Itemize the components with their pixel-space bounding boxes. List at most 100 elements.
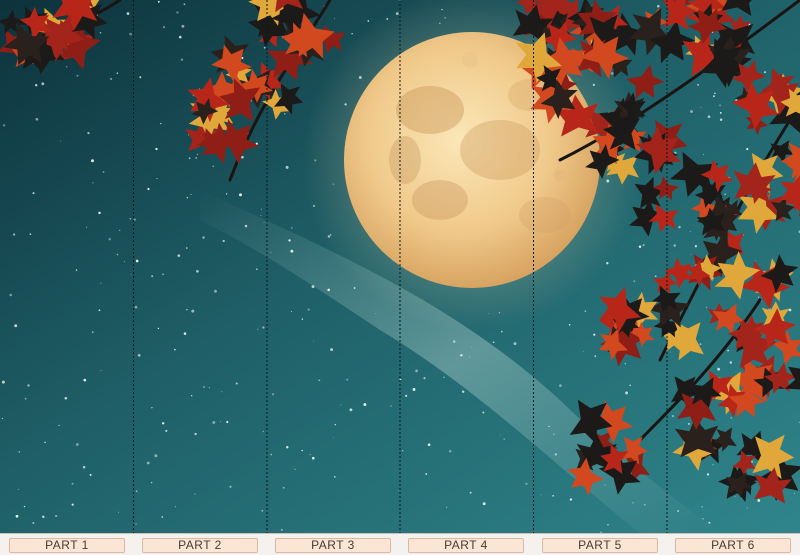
star [151,407,153,409]
star [91,331,94,334]
star [241,155,244,159]
part-4-button[interactable]: PART 4 [408,538,524,553]
star [469,356,471,358]
star [351,32,353,35]
star [758,296,760,298]
star [126,12,130,15]
star [181,24,185,28]
part-2-button[interactable]: PART 2 [142,538,258,553]
star [285,165,289,169]
star [100,282,102,284]
star [262,430,265,433]
part-1-button[interactable]: PART 1 [9,538,125,553]
star [23,505,26,508]
star [702,153,705,156]
star [719,104,722,107]
star [214,289,217,293]
star [162,422,165,425]
star [677,510,679,512]
star [137,353,141,357]
star [161,516,163,518]
star [461,390,465,393]
star [471,346,473,348]
star [195,157,198,159]
star [712,464,714,466]
star [221,391,223,393]
star [239,193,242,197]
star [183,332,187,335]
star [334,424,336,426]
star [65,66,68,68]
star [445,506,448,509]
star [89,473,92,476]
star [318,379,321,382]
star [260,215,262,216]
star [448,450,452,453]
star [307,308,310,311]
star [390,405,392,407]
star [135,523,137,525]
parts-bar: PART 1 PART 2 PART 3 PART 4 PART 5 PART … [0,533,800,555]
star [64,396,68,400]
star [99,32,102,34]
star [301,318,304,320]
star [154,454,158,458]
star [185,247,188,249]
star [18,488,20,490]
star [196,153,199,156]
star [654,275,657,278]
star [86,226,88,228]
star [569,498,573,501]
star [312,456,315,460]
star [706,473,710,476]
star [701,506,703,508]
star [712,95,715,98]
star [415,369,418,373]
star [1,380,5,384]
star [727,349,729,352]
star [134,305,138,309]
star [503,438,505,440]
star [13,233,16,236]
star [24,397,27,400]
star [349,408,353,412]
star [229,485,232,488]
star [29,233,32,235]
star [98,309,101,312]
star [118,511,119,513]
star [363,403,367,406]
night-sky-scene [0,0,800,533]
star [14,324,18,328]
star [330,348,334,352]
star [150,481,153,484]
star [244,224,248,228]
part-6-button[interactable]: PART 6 [675,538,791,553]
star [87,131,90,135]
star [452,340,456,343]
star [225,193,228,195]
star [708,521,711,524]
part-3-button[interactable]: PART 3 [275,538,391,553]
star [666,518,668,520]
star [32,192,35,195]
star [59,140,61,142]
star [32,522,35,524]
star [593,333,596,336]
star [412,388,416,391]
star [746,507,748,509]
star [222,239,225,243]
star [582,350,584,352]
star [559,384,562,387]
star [309,454,311,456]
star [690,253,692,255]
star [340,404,342,406]
star [687,422,690,425]
star [162,26,166,29]
star [203,386,205,388]
part-5-button[interactable]: PART 5 [542,538,658,553]
star [624,363,626,365]
star [717,367,720,371]
star [82,466,86,469]
star [657,4,660,8]
star [633,280,636,283]
